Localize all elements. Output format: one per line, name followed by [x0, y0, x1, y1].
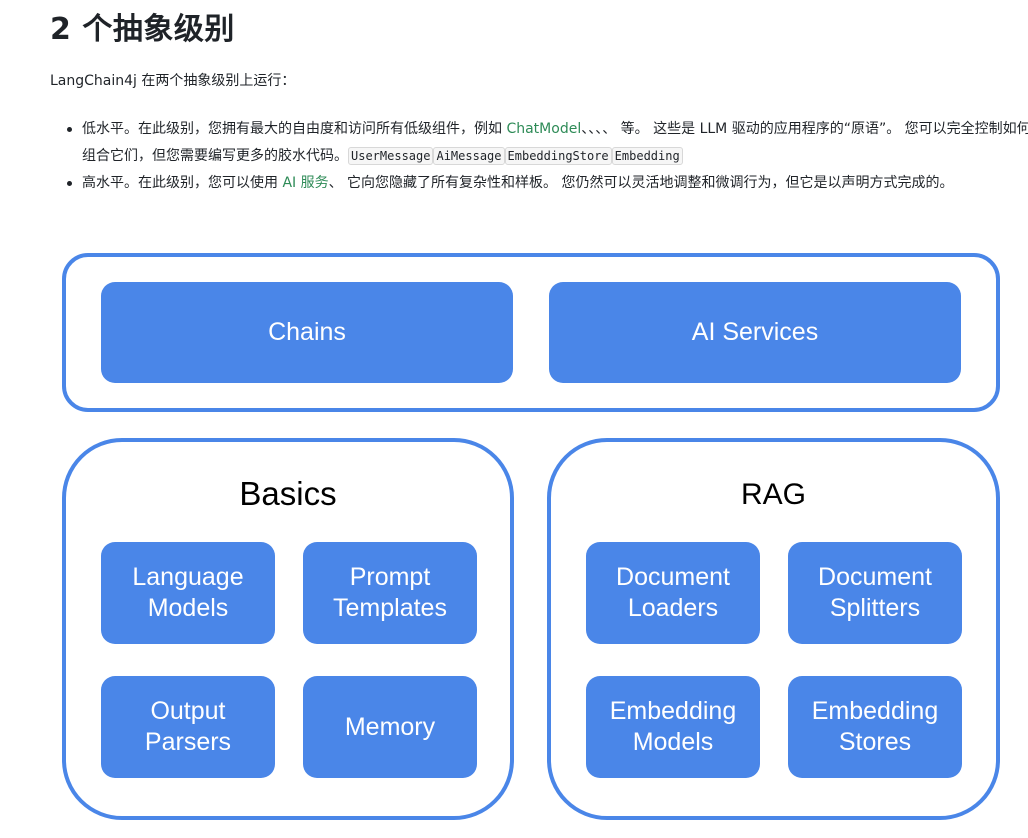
embedding-models-box: Embedding Models — [586, 676, 760, 778]
prompt-templates-box: Prompt Templates — [303, 542, 477, 644]
memory-box: Memory — [303, 676, 477, 778]
rag-title: RAG — [740, 478, 806, 511]
embedding-stores-box: Embedding Stores — [788, 676, 962, 778]
basics-title: Basics — [239, 475, 337, 512]
output-parsers-box: Output Parsers — [101, 676, 275, 778]
ai-services-box: AI Services — [549, 282, 961, 383]
chains-box: Chains — [101, 282, 513, 383]
language-models-box: Language Models — [101, 542, 275, 644]
document-splitters-box: Document Splitters — [788, 542, 962, 644]
document-loaders-box: Document Loaders — [586, 542, 760, 644]
architecture-diagram: Chains AI Services Basics Language Model… — [0, 0, 1028, 838]
